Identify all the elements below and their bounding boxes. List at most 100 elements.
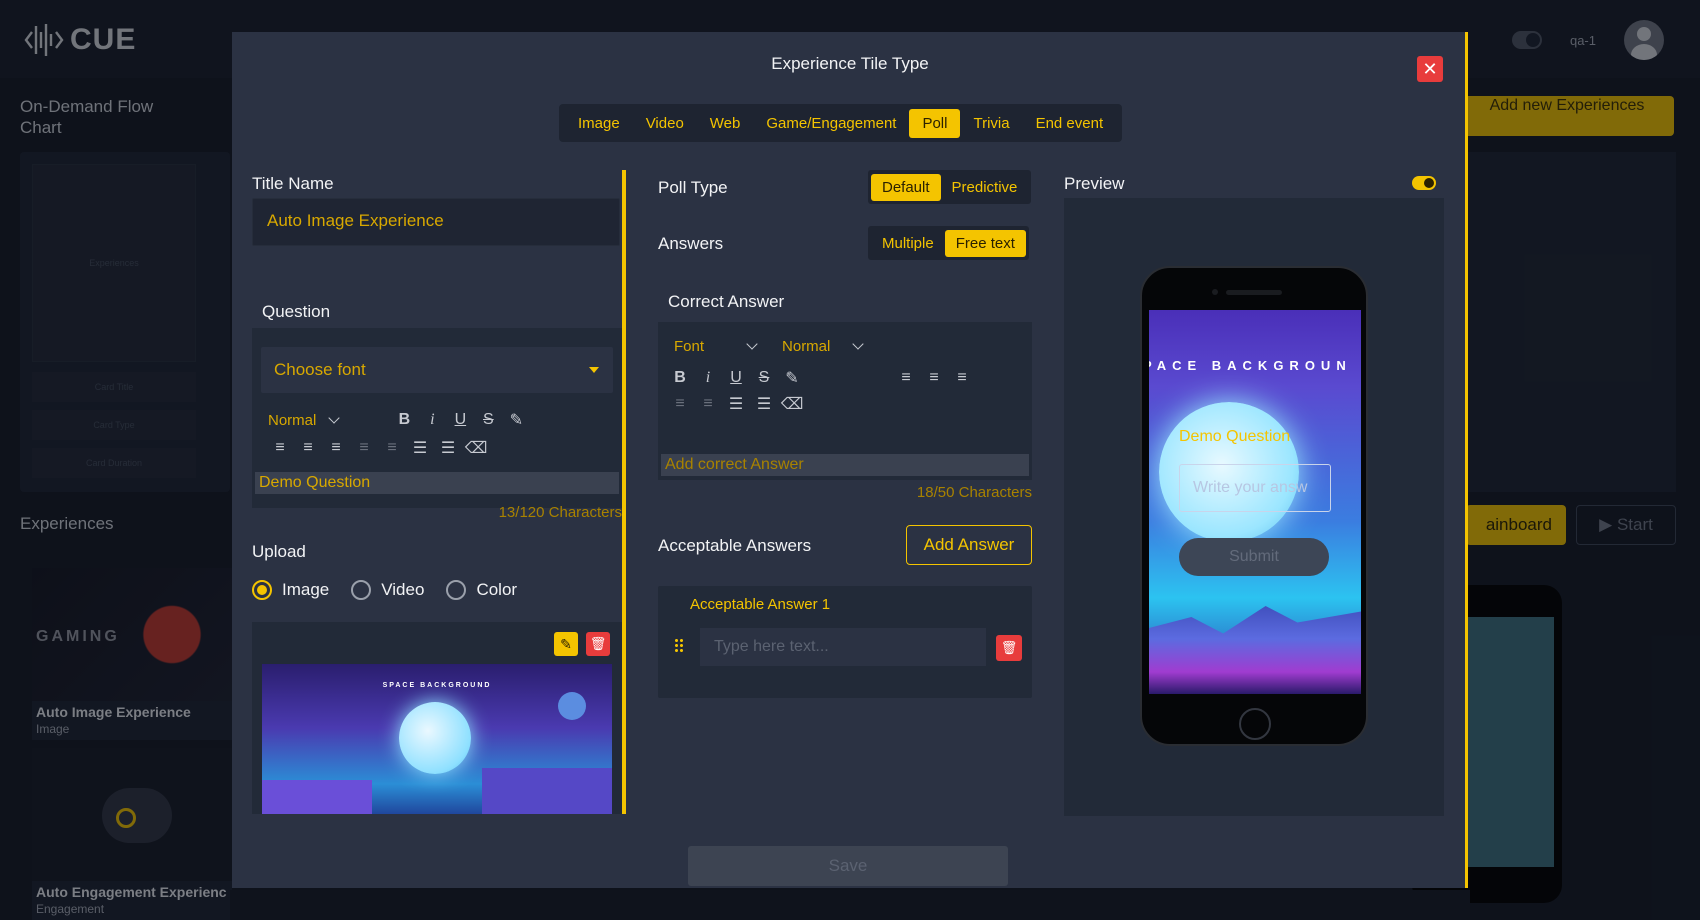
save-button[interactable]: Save bbox=[688, 846, 1008, 886]
tab-end-event[interactable]: End event bbox=[1023, 109, 1117, 138]
chevron-down-icon bbox=[852, 338, 865, 350]
drag-handle-icon[interactable] bbox=[674, 638, 684, 654]
answers-multiple[interactable]: Multiple bbox=[871, 230, 945, 257]
column-divider bbox=[622, 170, 626, 814]
tab-game-engagement[interactable]: Game/Engagement bbox=[753, 109, 909, 138]
italic-icon[interactable]: i bbox=[694, 369, 722, 387]
rock-shape bbox=[262, 780, 372, 814]
acceptable-answers-label: Acceptable Answers bbox=[658, 536, 812, 555]
radio-checked-icon bbox=[252, 580, 272, 600]
radio-color-label: Color bbox=[476, 580, 518, 599]
align-right-icon[interactable]: ≡ bbox=[948, 369, 976, 387]
size-select-small-value: Normal bbox=[782, 338, 831, 355]
tab-image[interactable]: Image bbox=[565, 109, 633, 138]
bold-icon[interactable]: B bbox=[390, 411, 418, 429]
question-editor: Choose font Normal B i U S ✎ ≡ ≡ ≡ ≡ ≡ ☰… bbox=[252, 328, 622, 508]
home-button-icon bbox=[1239, 708, 1271, 740]
indent-decrease-icon[interactable]: ≡ bbox=[350, 439, 378, 457]
eraser-icon[interactable]: ⌫ bbox=[778, 394, 806, 414]
phone-screen: PACE BACKGROUN Demo Question Write your … bbox=[1149, 310, 1361, 694]
underline-icon[interactable]: U bbox=[722, 369, 750, 387]
correct-answer-toolbar-row-2: B i U S ✎ ≡ ≡ ≡ bbox=[666, 368, 976, 388]
poll-type-default[interactable]: Default bbox=[871, 173, 941, 201]
align-right-icon[interactable]: ≡ bbox=[322, 439, 350, 457]
bold-icon[interactable]: B bbox=[666, 369, 694, 387]
strikethrough-icon[interactable]: S bbox=[474, 411, 502, 429]
indent-decrease-icon[interactable]: ≡ bbox=[666, 395, 694, 413]
poll-type-predictive[interactable]: Predictive bbox=[941, 174, 1029, 201]
tile-type-tabs: Image Video Web Game/Engagement Poll Tri… bbox=[559, 104, 1123, 142]
indent-increase-icon[interactable]: ≡ bbox=[378, 439, 406, 457]
radio-unchecked-icon bbox=[351, 580, 372, 600]
question-text[interactable]: Demo Question bbox=[255, 472, 619, 494]
correct-answer-input[interactable]: Add correct Answer bbox=[661, 454, 1029, 476]
radio-video[interactable]: Video bbox=[351, 580, 424, 600]
landscape-shape bbox=[1149, 606, 1361, 694]
question-character-counter: 13/120 Characters bbox=[498, 504, 622, 521]
phone-question: Demo Question bbox=[1179, 428, 1291, 445]
trash-icon[interactable]: 🗑 bbox=[586, 632, 610, 656]
title-name-input[interactable]: Auto Image Experience bbox=[252, 198, 620, 246]
font-select-small[interactable]: Font bbox=[674, 338, 758, 355]
chevron-down-icon bbox=[746, 338, 758, 350]
size-select[interactable]: Normal bbox=[268, 411, 341, 429]
correct-answer-toolbar-row-1: Font Normal bbox=[674, 338, 878, 355]
moon-shape bbox=[399, 702, 471, 774]
upload-type-radios: Image Video Color bbox=[252, 580, 517, 600]
indent-increase-icon[interactable]: ≡ bbox=[694, 395, 722, 413]
radio-image[interactable]: Image bbox=[252, 580, 329, 600]
question-toolbar-row-1: Normal B i U S ✎ bbox=[268, 410, 530, 430]
radio-unchecked-icon bbox=[446, 580, 467, 600]
trash-icon[interactable]: 🗑 bbox=[996, 635, 1022, 661]
preview-toggle[interactable] bbox=[1412, 176, 1436, 190]
bullet-list-icon[interactable]: ☰ bbox=[434, 438, 462, 458]
tab-video[interactable]: Video bbox=[633, 109, 697, 138]
align-left-icon[interactable]: ≡ bbox=[892, 369, 920, 387]
strikethrough-icon[interactable]: S bbox=[750, 369, 778, 387]
tab-web[interactable]: Web bbox=[697, 109, 754, 138]
edit-pencil-icon[interactable]: ✎ bbox=[554, 632, 578, 656]
modal-title: Experience Tile Type bbox=[771, 54, 929, 73]
upload-preview: ✎ 🗑 SPACE BACKGROUND bbox=[252, 622, 622, 814]
align-center-icon[interactable]: ≡ bbox=[294, 439, 322, 457]
answers-toggle: Multiple Free text bbox=[868, 226, 1029, 260]
align-left-icon[interactable]: ≡ bbox=[266, 439, 294, 457]
ordered-list-icon[interactable]: ☰ bbox=[406, 438, 434, 458]
correct-answer-editor: Font Normal B i U S ✎ ≡ ≡ ≡ ≡ ≡ ☰ ☰ ⌫ Ad… bbox=[658, 322, 1032, 480]
preview-label: Preview bbox=[1064, 174, 1125, 193]
image-caption: SPACE BACKGROUND bbox=[382, 682, 492, 689]
upload-label: Upload bbox=[252, 542, 306, 561]
phone-background-text: PACE BACKGROUN bbox=[1149, 358, 1352, 373]
radio-image-label: Image bbox=[282, 580, 330, 599]
italic-icon[interactable]: i bbox=[418, 411, 446, 429]
acceptable-answer-item: Acceptable Answer 1 Type here text... 🗑 bbox=[658, 586, 1032, 698]
size-select-small[interactable]: Normal bbox=[782, 338, 865, 355]
acceptable-answer-input[interactable]: Type here text... bbox=[700, 628, 986, 666]
tab-trivia[interactable]: Trivia bbox=[960, 109, 1022, 138]
size-select-value: Normal bbox=[268, 411, 317, 429]
radio-color[interactable]: Color bbox=[446, 580, 517, 600]
underline-icon[interactable]: U bbox=[446, 411, 474, 429]
radio-video-label: Video bbox=[381, 580, 425, 599]
close-button[interactable]: ✕ bbox=[1417, 56, 1443, 82]
rock-shape bbox=[482, 768, 612, 814]
phone-submit-button[interactable]: Submit bbox=[1179, 538, 1329, 576]
answers-free-text[interactable]: Free text bbox=[944, 229, 1026, 257]
eraser-icon[interactable]: ⌫ bbox=[462, 438, 490, 458]
caret-down-icon bbox=[589, 367, 599, 373]
correct-answer-label: Correct Answer bbox=[668, 292, 785, 311]
tab-poll[interactable]: Poll bbox=[909, 108, 961, 138]
question-label: Question bbox=[262, 302, 331, 321]
add-answer-button[interactable]: Add Answer bbox=[906, 525, 1032, 565]
ordered-list-icon[interactable]: ☰ bbox=[722, 394, 750, 414]
align-center-icon[interactable]: ≡ bbox=[920, 369, 948, 387]
highlighter-icon[interactable]: ✎ bbox=[502, 410, 530, 430]
font-select-value: Choose font bbox=[274, 360, 366, 379]
bullet-list-icon[interactable]: ☰ bbox=[750, 394, 778, 414]
answers-label: Answers bbox=[658, 234, 724, 253]
font-select[interactable]: Choose font bbox=[261, 347, 613, 393]
highlighter-icon[interactable]: ✎ bbox=[778, 368, 806, 388]
correct-answer-character-counter: 18/50 Characters bbox=[916, 484, 1032, 501]
phone-answer-input[interactable]: Write your answ bbox=[1179, 464, 1331, 512]
uploaded-space-image: SPACE BACKGROUND bbox=[262, 664, 612, 814]
